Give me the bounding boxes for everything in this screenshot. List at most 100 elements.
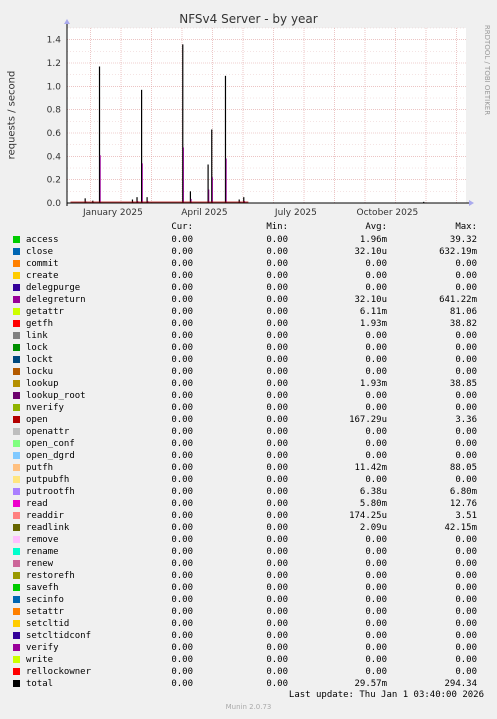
legend-swatch xyxy=(13,272,20,279)
legend-min: 0.00 xyxy=(266,427,288,437)
munin-version: Munin 2.0.73 xyxy=(225,703,272,711)
legend-row-delegreturn: delegreturn 0.00 0.00 32.10u 641.22m xyxy=(12,294,487,306)
legend-min: 0.00 xyxy=(266,547,288,557)
plot-area xyxy=(67,28,466,203)
legend-avg: 0.00 xyxy=(365,367,387,377)
legend-avg: 29.57m xyxy=(354,679,387,689)
y-tick-label: 1.0 xyxy=(47,82,62,92)
legend-swatch xyxy=(13,320,20,327)
legend-min: 0.00 xyxy=(266,487,288,497)
legend-cur: 0.00 xyxy=(171,631,193,641)
legend-max: 12.76 xyxy=(449,499,477,509)
legend-min: 0.00 xyxy=(266,559,288,569)
legend-row-readlink: readlink 0.00 0.00 2.09u 42.15m xyxy=(12,522,487,534)
legend-row-lock: lock 0.00 0.00 0.00 0.00 xyxy=(12,342,487,354)
legend-cur: 0.00 xyxy=(171,271,193,281)
legend-cur: 0.00 xyxy=(171,475,193,485)
legend-min: 0.00 xyxy=(266,655,288,665)
legend-swatch xyxy=(13,332,20,339)
legend-row-delegpurge: delegpurge 0.00 0.00 0.00 0.00 xyxy=(12,282,487,294)
legend-avg: 0.00 xyxy=(365,475,387,485)
legend-cur: 0.00 xyxy=(171,571,193,581)
legend-max: 3.36 xyxy=(455,415,477,425)
legend-row-link: link 0.00 0.00 0.00 0.00 xyxy=(12,330,487,342)
legend-avg: 0.00 xyxy=(365,595,387,605)
legend-swatch xyxy=(13,344,20,351)
legend-name: setcltidconf xyxy=(26,631,92,641)
legend-swatch xyxy=(13,512,20,519)
legend-swatch xyxy=(13,644,20,651)
legend-min: 0.00 xyxy=(266,295,288,305)
legend-name: commit xyxy=(26,259,59,269)
legend-max: 0.00 xyxy=(455,583,477,593)
legend-swatch xyxy=(13,428,20,435)
y-tick-label: 0.0 xyxy=(47,199,62,209)
legend-avg: 1.93m xyxy=(359,379,387,389)
legend-max: 42.15m xyxy=(444,523,477,533)
legend-swatch xyxy=(13,452,20,459)
x-axis-arrow xyxy=(469,200,474,206)
legend-max: 641.22m xyxy=(439,295,477,305)
legend-avg: 6.11m xyxy=(359,307,387,317)
legend-avg: 0.00 xyxy=(365,391,387,401)
legend-name: lookup_root xyxy=(26,391,86,401)
legend-max: 81.06 xyxy=(449,307,477,317)
legend-swatch xyxy=(13,572,20,579)
legend-swatch xyxy=(13,308,20,315)
x-tick-label: October 2025 xyxy=(357,208,419,218)
legend-swatch xyxy=(13,536,20,543)
legend-cur: 0.00 xyxy=(171,523,193,533)
legend-row-getattr: getattr 0.00 0.00 6.11m 81.06 xyxy=(12,306,487,318)
legend-min: 0.00 xyxy=(266,523,288,533)
legend-swatch xyxy=(13,680,20,687)
legend-cur: 0.00 xyxy=(171,427,193,437)
legend-name: total xyxy=(26,679,54,689)
legend-cur: 0.00 xyxy=(171,295,193,305)
legend-name: readlink xyxy=(26,523,70,533)
legend-max: 0.00 xyxy=(455,595,477,605)
legend-min: 0.00 xyxy=(266,595,288,605)
legend-cur: 0.00 xyxy=(171,487,193,497)
legend-name: delegpurge xyxy=(26,283,81,293)
legend-row-putpubfh: putpubfh 0.00 0.00 0.00 0.00 xyxy=(12,474,487,486)
legend-name: delegreturn xyxy=(26,295,86,305)
legend-name: open_dgrd xyxy=(26,451,75,461)
legend-row-rellockowner: rellockowner 0.00 0.00 0.00 0.00 xyxy=(12,666,487,678)
legend-max: 0.00 xyxy=(455,571,477,581)
x-tick-label: July 2025 xyxy=(274,208,317,218)
legend-row-putfh: putfh 0.00 0.00 11.42m 88.05 xyxy=(12,462,487,474)
legend-min: 0.00 xyxy=(266,643,288,653)
legend-min: 0.00 xyxy=(266,667,288,677)
legend-min: 0.00 xyxy=(266,499,288,509)
legend-max: 0.00 xyxy=(455,535,477,545)
legend-avg: 0.00 xyxy=(365,439,387,449)
legend-row-remove: remove 0.00 0.00 0.00 0.00 xyxy=(12,534,487,546)
legend-cur: 0.00 xyxy=(171,283,193,293)
legend-name: getattr xyxy=(26,307,64,317)
x-tick-label: January 2025 xyxy=(82,208,143,218)
legend-avg: 32.10u xyxy=(354,247,387,257)
legend-cur: 0.00 xyxy=(171,583,193,593)
legend-name: locku xyxy=(26,367,54,377)
legend-name: renew xyxy=(26,559,54,569)
legend-max: 39.32 xyxy=(449,235,477,245)
y-tick-label: 0.6 xyxy=(47,129,62,139)
legend-swatch xyxy=(13,524,20,531)
legend-avg: 11.42m xyxy=(354,463,387,473)
legend-cur: 0.00 xyxy=(171,367,193,377)
legend-min: 0.00 xyxy=(266,331,288,341)
legend-avg: 0.00 xyxy=(365,343,387,353)
legend-avg: 167.29u xyxy=(349,415,387,425)
legend-swatch xyxy=(13,296,20,303)
legend-name: restorefh xyxy=(26,571,75,581)
legend-name: verify xyxy=(26,643,59,653)
legend-avg: 2.09u xyxy=(359,523,387,533)
legend-row-open-conf: open_conf 0.00 0.00 0.00 0.00 xyxy=(12,438,487,450)
legend-cur: 0.00 xyxy=(171,667,193,677)
legend-max: 0.00 xyxy=(455,667,477,677)
legend-cur: 0.00 xyxy=(171,391,193,401)
legend-max: 294.34 xyxy=(444,679,477,689)
legend-cur: 0.00 xyxy=(171,619,193,629)
legend-cur: 0.00 xyxy=(171,595,193,605)
legend-row-savefh: savefh 0.00 0.00 0.00 0.00 xyxy=(12,582,487,594)
